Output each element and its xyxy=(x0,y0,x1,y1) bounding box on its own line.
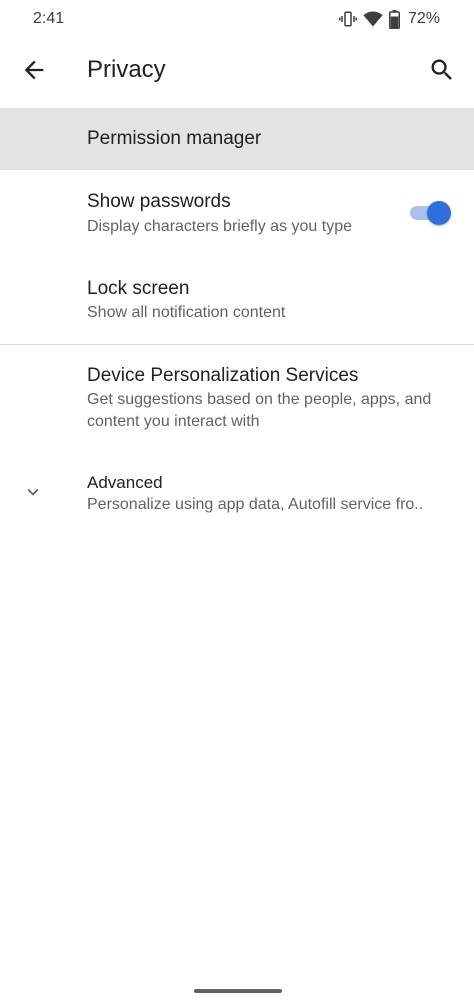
battery-percent: 72% xyxy=(407,10,440,27)
page-title: Privacy xyxy=(87,56,166,83)
lock-screen-item[interactable]: Lock screen Show all notification conten… xyxy=(0,256,474,342)
permission-manager-title: Permission manager xyxy=(87,128,262,149)
back-button[interactable] xyxy=(20,56,48,84)
advanced-summary: Personalize using app data, Autofill ser… xyxy=(87,496,424,513)
search-icon xyxy=(431,59,452,80)
lock-screen-title: Lock screen xyxy=(87,278,190,299)
lock-screen-summary: Show all notification content xyxy=(87,304,286,321)
show-passwords-summary: Display characters briefly as you type xyxy=(87,218,352,235)
battery-icon xyxy=(388,9,400,29)
toggle-thumb xyxy=(427,201,451,225)
show-passwords-title: Show passwords xyxy=(87,191,231,212)
chevron-down-icon xyxy=(22,481,44,503)
status-time: 2:41 xyxy=(33,10,65,27)
back-arrow-icon xyxy=(24,60,44,80)
advanced-title: Advanced xyxy=(87,473,163,492)
show-passwords-item[interactable]: Show passwords Display characters briefl… xyxy=(0,170,474,256)
wifi-icon xyxy=(363,10,383,28)
device-personalization-title: Device Personalization Services xyxy=(87,365,359,386)
section-divider xyxy=(0,344,474,345)
status-bar: 2:41 72% xyxy=(0,0,474,40)
status-icons: 72% xyxy=(338,9,440,29)
search-button[interactable] xyxy=(428,56,456,84)
app-bar: Privacy xyxy=(0,40,474,104)
permission-manager-item[interactable]: Permission manager xyxy=(0,108,474,170)
device-personalization-item[interactable]: Device Personalization Services Get sugg… xyxy=(0,346,474,454)
vibrate-icon xyxy=(338,10,357,28)
device-personalization-summary: Get suggestions based on the people, app… xyxy=(87,391,432,430)
advanced-item[interactable]: Advanced Personalize using app data, Aut… xyxy=(0,454,474,534)
gesture-nav-handle[interactable] xyxy=(194,989,282,993)
show-passwords-toggle[interactable] xyxy=(410,201,452,225)
